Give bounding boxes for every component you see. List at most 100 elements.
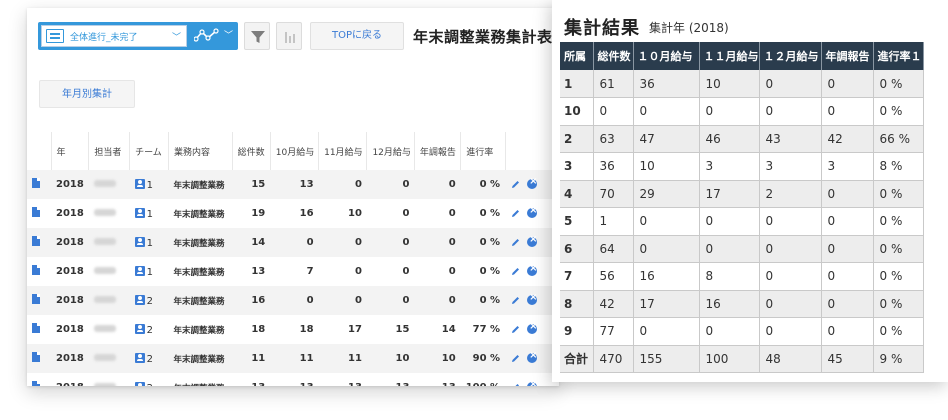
pencil-icon[interactable] (510, 237, 521, 248)
records-panel: 全体進行_未完了 ﹀ ﹀ TOPに戻る 年末調整業務集計表 年月別集計 年 担当… (27, 8, 559, 386)
table-row[interactable]: 2018 2 年末調整業務 16 0 0 0 0 0 % (27, 286, 559, 315)
col-header-dec: 12月給与 (366, 132, 415, 170)
person-badge-icon (134, 381, 145, 386)
person-badge-icon (134, 236, 145, 247)
document-icon[interactable] (32, 178, 40, 188)
row-icon-cell[interactable] (27, 373, 51, 386)
total-cell: 13 (232, 373, 270, 386)
document-icon[interactable] (32, 381, 40, 386)
nov-cell: 17 (348, 324, 362, 335)
dec-cell: 10 (366, 344, 415, 373)
pencil-icon[interactable] (510, 324, 521, 335)
summary-dec-cell: 3 (759, 152, 822, 181)
year-cell: 2018 (51, 170, 89, 199)
filter-button[interactable] (244, 22, 270, 50)
summary-dept-cell: 10 (560, 97, 594, 126)
summary-nov-cell: 46 (699, 125, 760, 153)
summary-col-oct: １０月給与 (633, 42, 700, 70)
summary-rate-cell: 0 % (873, 70, 924, 98)
list-view-icon (46, 29, 64, 43)
pencil-icon[interactable] (510, 295, 521, 306)
table-row[interactable]: 2018 1 年末調整業務 14 0 0 0 0 0 % (27, 228, 559, 257)
row-icon-cell[interactable] (27, 228, 51, 257)
document-icon[interactable] (32, 352, 40, 362)
view-dropdown[interactable]: 全体進行_未完了 ﹀ (41, 25, 187, 47)
summary-rate-cell: 0 % (873, 207, 924, 236)
person-badge-icon (134, 352, 145, 363)
delete-circle-icon[interactable] (527, 176, 537, 190)
actions-cell (505, 373, 558, 386)
team-cell: 2 (129, 344, 169, 373)
monthly-summary-button[interactable]: 年月別集計 (39, 80, 135, 108)
document-icon[interactable] (32, 323, 40, 333)
table-row[interactable]: 2018 2 年末調整業務 18 18 17 15 14 77 % (27, 315, 559, 344)
summary-report-cell: 42 (821, 125, 874, 153)
summary-col-nov: １１月給与 (699, 42, 760, 70)
delete-circle-icon[interactable] (527, 321, 537, 335)
view-dropdown-label: 全体進行_未完了 (70, 33, 138, 43)
pencil-icon[interactable] (510, 208, 521, 219)
summary-nov-cell: 17 (699, 180, 760, 208)
row-icon-cell[interactable] (27, 199, 51, 228)
view-selector[interactable]: 全体進行_未完了 ﹀ ﹀ (38, 22, 238, 50)
task-cell: 年末調整業務 (173, 267, 225, 278)
summary-row: 10 0 0 0 0 0 0 % (560, 97, 924, 126)
row-icon-cell[interactable] (27, 286, 51, 315)
pencil-icon[interactable] (510, 382, 521, 386)
pencil-icon[interactable] (510, 266, 521, 277)
summary-table: 所属 総件数 １０月給与 １１月給与 １２月給与 年調報告 進行率１ 1 61 36… (560, 42, 924, 373)
oct-cell: 0 (270, 286, 319, 315)
nov-cell: 0 (318, 286, 367, 315)
summary-dept-cell: 8 (560, 290, 594, 318)
summary-rate-cell: 0 % (873, 97, 924, 126)
table-row[interactable]: 2018 2 年末調整業務 11 11 11 10 10 90 % (27, 344, 559, 373)
delete-circle-icon[interactable] (527, 234, 537, 248)
row-icon-cell[interactable] (27, 344, 51, 373)
dec-cell: 0 (402, 266, 410, 277)
dec-cell: 13 (367, 373, 414, 386)
table-row[interactable]: 2018 1 年末調整業務 15 13 0 0 0 0 % (27, 170, 559, 199)
bar-chart-button[interactable] (276, 22, 302, 50)
summary-dec-cell: 0 (759, 317, 822, 346)
summary-rate-cell: 9 % (873, 345, 924, 373)
rate-cell: 0 % (460, 286, 506, 315)
year-cell: 2018 (51, 286, 89, 315)
summary-row: 1 61 36 10 0 0 0 % (560, 70, 924, 98)
document-icon[interactable] (32, 207, 40, 217)
summary-dec-cell: 2 (759, 180, 822, 208)
document-icon[interactable] (32, 294, 40, 304)
document-icon[interactable] (32, 236, 40, 246)
table-row[interactable]: 20182年末調整業務1313131313100 % (27, 373, 559, 386)
delete-circle-icon[interactable] (527, 350, 537, 364)
dec-cell: 0 (366, 286, 415, 315)
assignee-cell (89, 199, 130, 228)
pencil-icon[interactable] (510, 179, 521, 190)
table-row[interactable]: 2018 1 年末調整業務 19 16 10 0 0 0 % (27, 199, 559, 228)
summary-nov-cell: 16 (699, 290, 760, 318)
summary-nov-cell: 100 (699, 345, 760, 373)
col-header-actions (505, 132, 559, 170)
summary-nov-cell: 0 (699, 97, 760, 126)
table-row[interactable]: 2018 1 年末調整業務 13 7 0 0 0 0 % (27, 257, 559, 286)
row-icon-cell[interactable] (27, 170, 51, 199)
row-icon-cell[interactable] (27, 315, 51, 344)
actions-cell (505, 286, 559, 315)
summary-dept-cell: 7 (560, 262, 594, 291)
delete-circle-icon[interactable] (527, 292, 537, 306)
delete-circle-icon[interactable] (527, 205, 537, 219)
back-to-top-button[interactable]: TOPに戻る (310, 22, 404, 50)
delete-circle-icon[interactable] (527, 263, 537, 277)
summary-total-cell: 61 (593, 70, 634, 98)
report-cell: 0 (414, 286, 461, 315)
delete-circle-icon[interactable] (527, 379, 537, 386)
summary-total-cell: 63 (593, 125, 634, 153)
team-number: 1 (146, 179, 153, 191)
summary-rate-cell: 0 % (873, 317, 924, 346)
redacted-name (93, 354, 116, 361)
col-header-team: チーム (129, 132, 170, 170)
row-icon-cell[interactable] (27, 257, 51, 286)
document-icon[interactable] (32, 265, 40, 275)
assignee-cell (88, 344, 130, 373)
pencil-icon[interactable] (510, 353, 521, 364)
graph-menu-button[interactable]: ﹀ (188, 22, 238, 50)
